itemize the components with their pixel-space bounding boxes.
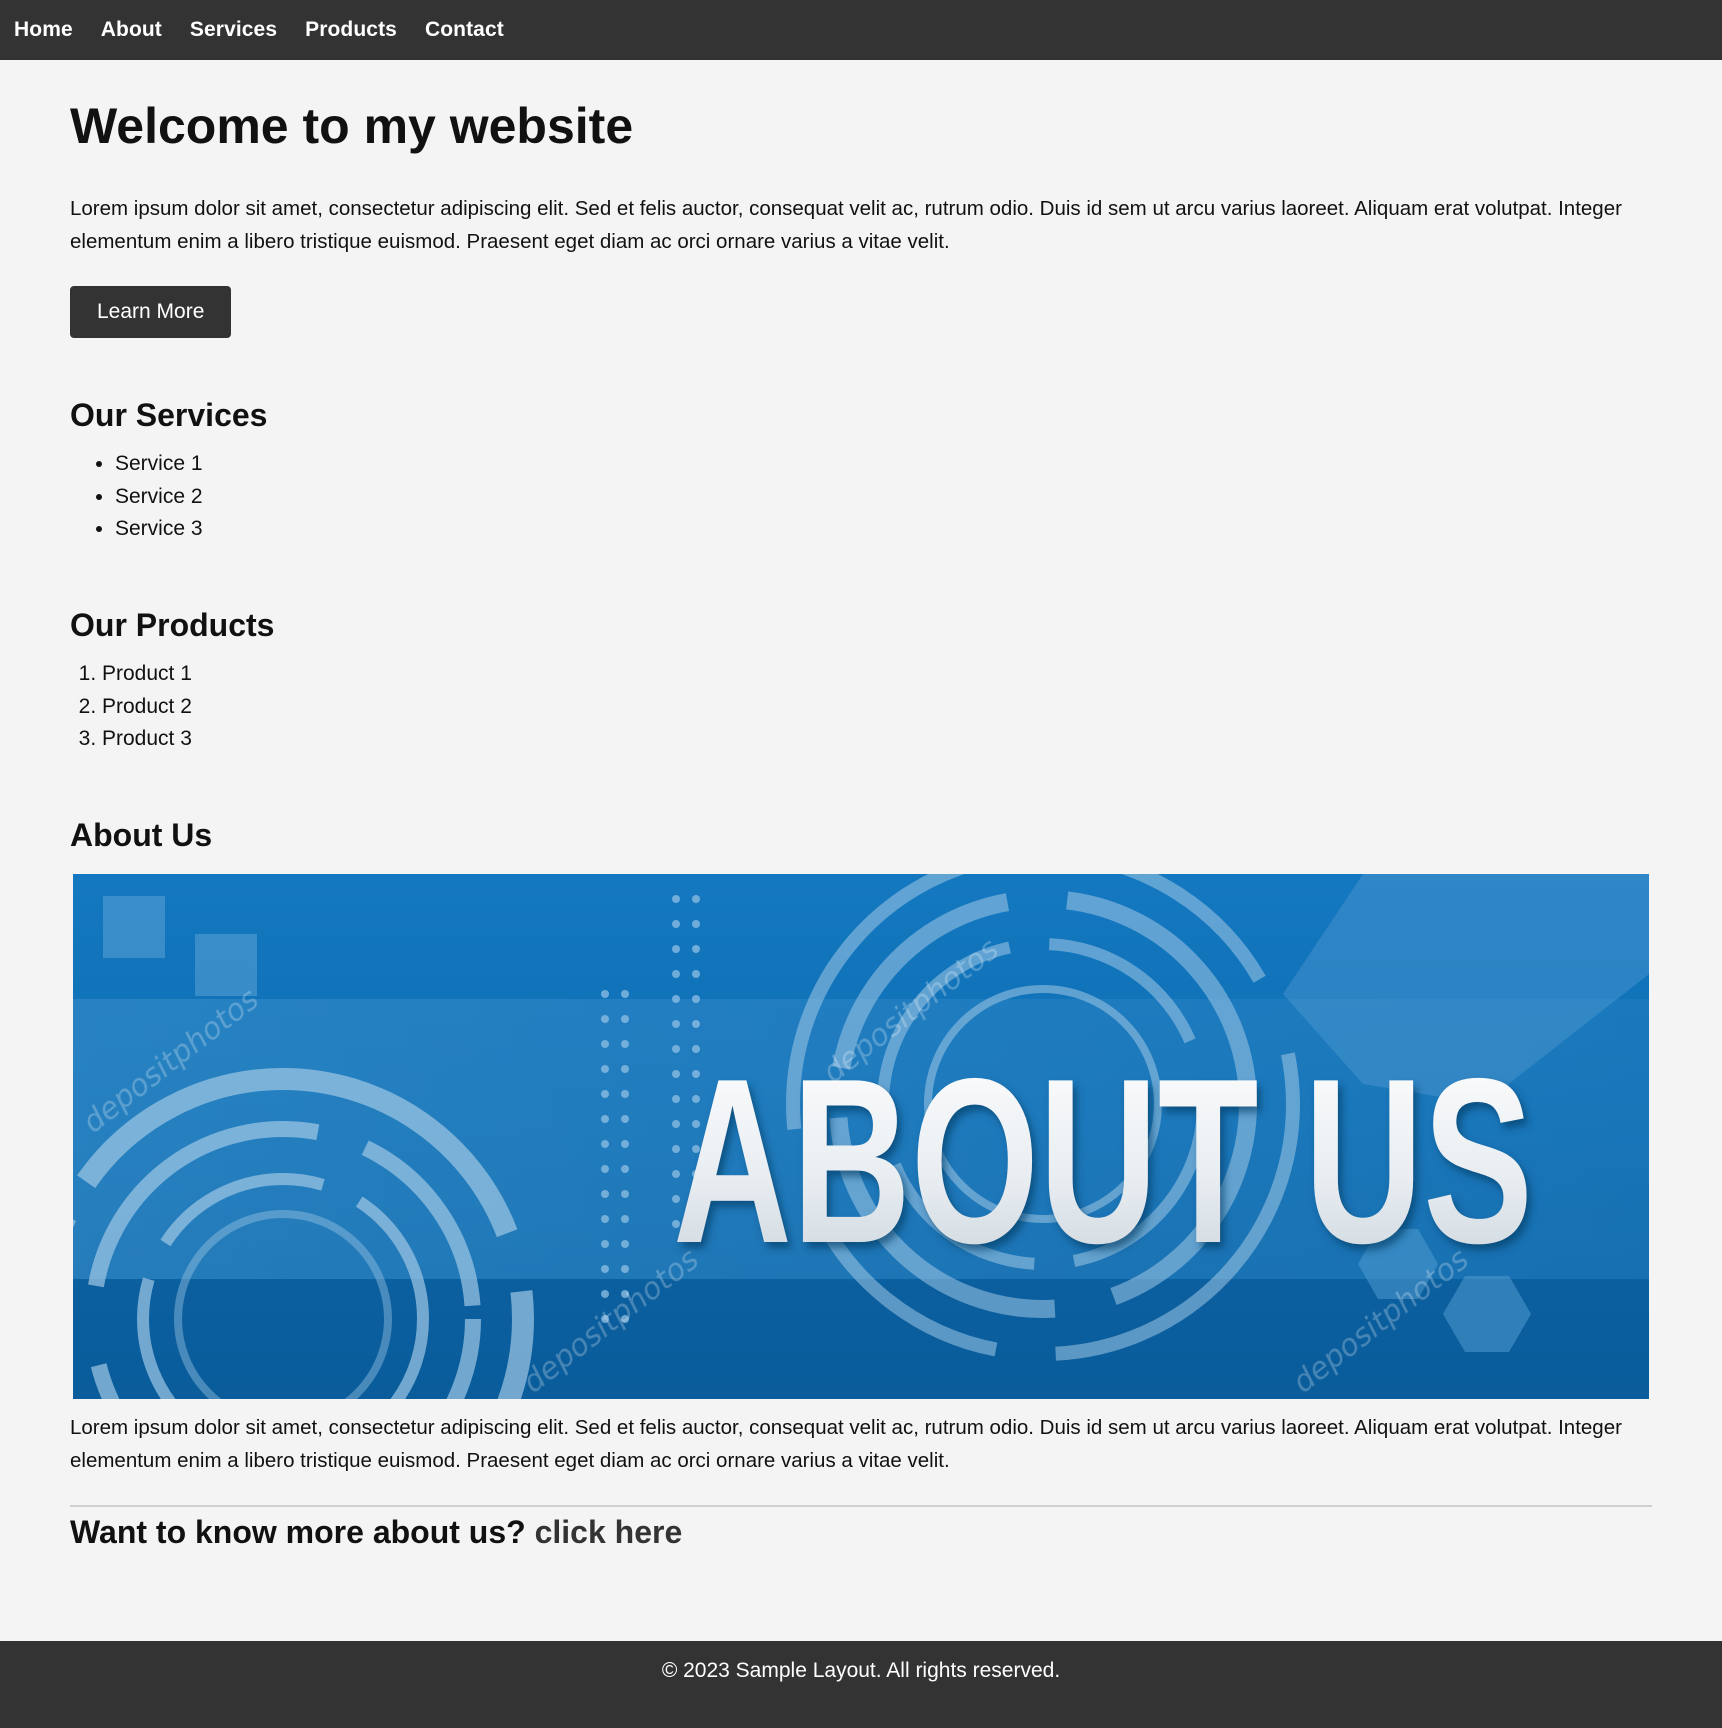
about-paragraph: Lorem ipsum dolor sit amet, consectetur … bbox=[70, 1416, 1622, 1473]
cta-heading: Want to know more about us? click here bbox=[70, 1513, 1652, 1551]
cta-text: Want to know more about us? bbox=[70, 1514, 526, 1551]
top-navbar: Home About Services Products Contact bbox=[0, 0, 1722, 60]
list-item: Product 1 bbox=[102, 658, 1652, 691]
page-title: Welcome to my website bbox=[70, 98, 634, 154]
learn-more-button[interactable]: Learn More bbox=[70, 286, 232, 338]
products-list: Product 1 Product 2 Product 3 bbox=[70, 658, 1652, 756]
nav-link-services[interactable]: Services bbox=[190, 18, 277, 42]
main-content: Welcome to my website Lorem ipsum dolor … bbox=[0, 96, 1722, 1552]
divider bbox=[70, 1505, 1652, 1508]
click-here-link[interactable]: click here bbox=[535, 1514, 683, 1550]
list-item: Service 3 bbox=[115, 513, 1652, 546]
banner-title-text: ABOUT US bbox=[673, 1029, 1533, 1292]
nav-link-home[interactable]: Home bbox=[14, 18, 73, 42]
list-item: Product 3 bbox=[102, 723, 1652, 756]
footer: © 2023 Sample Layout. All rights reserve… bbox=[0, 1641, 1722, 1728]
list-item: Service 2 bbox=[115, 481, 1652, 514]
products-heading: Our Products bbox=[70, 606, 275, 643]
nav-link-about[interactable]: About bbox=[101, 18, 162, 42]
services-heading: Our Services bbox=[70, 397, 268, 433]
nav-link-products[interactable]: Products bbox=[305, 18, 397, 42]
about-heading: About Us bbox=[70, 816, 213, 853]
nav-link-contact[interactable]: Contact bbox=[425, 18, 504, 42]
intro-paragraph: Lorem ipsum dolor sit amet, consectetur … bbox=[70, 197, 1622, 253]
list-item: Product 2 bbox=[102, 691, 1652, 724]
about-us-banner-image: depositphotos depositphotos depositphoto… bbox=[73, 874, 1649, 1400]
services-list: Service 1 Service 2 Service 3 bbox=[70, 448, 1652, 546]
footer-copyright: © 2023 Sample Layout. All rights reserve… bbox=[661, 1659, 1061, 1682]
list-item: Service 1 bbox=[115, 448, 1652, 481]
